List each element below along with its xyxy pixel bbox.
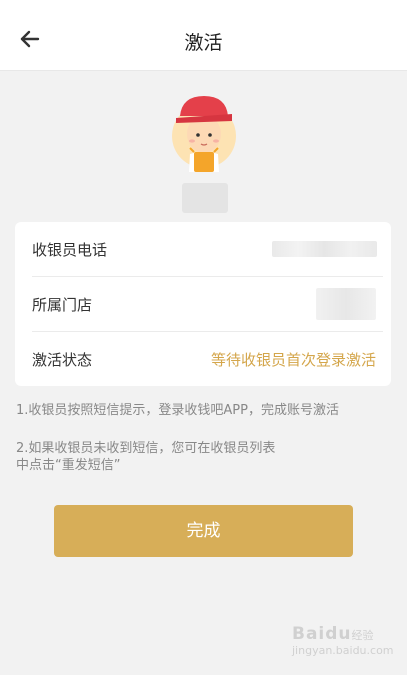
- watermark-suffix: 经验: [351, 629, 374, 642]
- status-value: 等待收银员首次登录激活: [210, 351, 376, 369]
- store-label: 所属门店: [32, 296, 93, 314]
- page-title: 激活: [184, 32, 223, 54]
- phone-value-redacted: [272, 241, 377, 257]
- phone-label: 收银员电话: [32, 241, 108, 259]
- activation-status-row: 激活状态 等待收银员首次登录激活: [15, 332, 391, 387]
- cashier-name-redacted: [182, 183, 228, 213]
- status-label: 激活状态: [32, 351, 93, 369]
- cashier-info-card: 收银员电话 所属门店 激活状态 等待收银员首次登录激活: [15, 222, 391, 386]
- tip-2: 2.如果收银员未收到短信，您可在收银员列表: [16, 441, 276, 456]
- tip-1: 1.收银员按照短信提示，登录收钱吧APP，完成账号激活: [16, 403, 339, 418]
- baidu-watermark: Baidu经验 jingyan.baidu.com: [292, 624, 394, 664]
- store-row: 所属门店: [15, 277, 391, 332]
- top-nav-bar: 激活: [0, 0, 407, 71]
- done-button[interactable]: 完成: [54, 505, 353, 557]
- tip-2-continued: 中点击“重发短信”: [16, 458, 121, 473]
- watermark-url: jingyan.baidu.com: [292, 644, 394, 657]
- store-value-redacted: [316, 288, 376, 320]
- phone-row: 收银员电话: [15, 222, 391, 277]
- cashier-avatar-icon: [172, 96, 236, 172]
- watermark-brand: Baidu: [292, 624, 352, 644]
